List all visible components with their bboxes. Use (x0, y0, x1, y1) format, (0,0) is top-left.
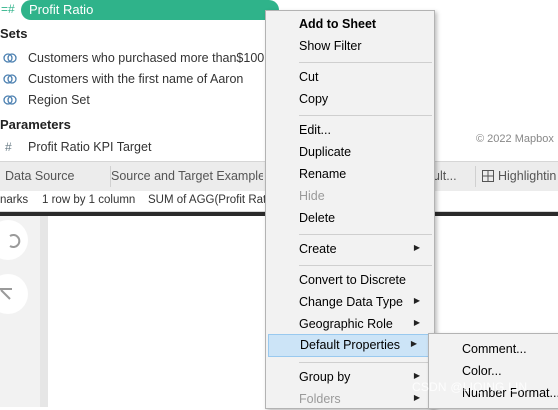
status-marks: narks (0, 194, 29, 206)
menu-item-label: Change Data Type (299, 295, 404, 309)
menu-item-label: Show Filter (299, 39, 362, 53)
selected-field-pill[interactable]: Profit Ratio (21, 0, 279, 20)
submenu-arrow-icon: ▶ (413, 371, 420, 380)
hash-icon: # (5, 140, 12, 154)
menu-item-convert-to-discrete[interactable]: Convert to Discrete (266, 270, 434, 291)
menu-item-label: Group by (299, 370, 351, 384)
data-pane: =# Profit Ratio Sets Customers who purch… (0, 0, 287, 160)
menu-item-label: Geographic Role (299, 317, 393, 331)
status-rows-cols: 1 row by 1 column (42, 194, 136, 206)
menu-item-label: Rename (299, 167, 347, 181)
menu-item-hide: Hide (266, 186, 434, 207)
set-item[interactable]: Customers who purchased more than$100 (28, 51, 264, 65)
menu-item-label: Cut (299, 70, 319, 84)
context-menu: Add to Sheet Show Filter Cut Copy Edit..… (265, 10, 435, 409)
menu-item-label: Add to Sheet (299, 17, 377, 31)
menu-item-label: Convert to Discrete (299, 273, 406, 287)
chart-icon (482, 170, 494, 182)
tab-divider (475, 166, 476, 187)
menu-item-label: Create (299, 242, 337, 256)
submenu-item-color[interactable]: Color... (429, 361, 558, 382)
menu-item-label: Edit... (299, 123, 331, 137)
set-icon (3, 72, 17, 86)
tab-sheet[interactable]: Source and Target Example (111, 162, 263, 191)
submenu-item-comment[interactable]: Comment... (429, 339, 558, 360)
submenu-arrow-icon: ▶ (413, 393, 420, 402)
selected-field-label: Profit Ratio (29, 2, 94, 17)
submenu-item-label: Comment... (462, 342, 527, 356)
menu-separator (299, 362, 432, 363)
tab-sheet[interactable]: ult... (433, 162, 471, 191)
set-icon (3, 93, 17, 107)
submenu-arrow-icon: ▶ (413, 318, 420, 327)
status-sum: SUM of AGG(Profit Rat (148, 194, 267, 206)
menu-item-group-by[interactable]: Group by ▶ (266, 367, 434, 388)
panel-gutter (40, 216, 48, 407)
menu-item-duplicate[interactable]: Duplicate (266, 142, 434, 163)
menu-item-edit[interactable]: Edit... (266, 120, 434, 141)
menu-item-delete[interactable]: Delete (266, 208, 434, 229)
menu-separator (299, 234, 432, 235)
hash-icon: =# (1, 2, 15, 16)
menu-item-cut[interactable]: Cut (266, 67, 434, 88)
menu-separator (299, 115, 432, 116)
menu-item-show-filter[interactable]: Show Filter (266, 36, 434, 57)
menu-item-default-properties[interactable]: Default Properties ▶ (268, 334, 430, 357)
menu-item-copy[interactable]: Copy (266, 89, 434, 110)
submenu-arrow-icon: ▶ (410, 339, 417, 348)
menu-item-add-to-sheet[interactable]: Add to Sheet (266, 14, 434, 35)
menu-item-label: Duplicate (299, 145, 352, 159)
menu-separator (299, 265, 432, 266)
menu-item-create[interactable]: Create ▶ (266, 239, 434, 260)
set-icon (3, 51, 17, 65)
map-credit[interactable]: © 2022 Mapbox (476, 133, 554, 145)
menu-item-label: Hide (299, 189, 325, 203)
parameter-item[interactable]: Profit Ratio KPI Target (28, 140, 151, 154)
parameters-header: Parameters (0, 117, 71, 132)
default-properties-submenu: Comment... Color... Number Format... (428, 333, 558, 409)
set-item[interactable]: Customers with the first name of Aaron (28, 72, 243, 86)
menu-item-label: Delete (299, 211, 336, 225)
watermark: CSDN @LIQING LIN (412, 380, 528, 394)
menu-item-label: Copy (299, 92, 329, 106)
toolbar-round-button[interactable] (0, 220, 28, 260)
menu-item-label: Folders (299, 392, 341, 406)
tab-sheet[interactable]: Highlightin (498, 162, 558, 191)
menu-item-geographic-role[interactable]: Geographic Role ▶ (266, 314, 434, 335)
collapse-icon[interactable] (0, 274, 28, 314)
submenu-item-label: Color... (462, 364, 502, 378)
submenu-arrow-icon: ▶ (413, 243, 420, 252)
submenu-arrow-icon: ▶ (413, 296, 420, 305)
sets-header: Sets (0, 26, 28, 41)
menu-item-label: Default Properties (300, 338, 401, 352)
menu-item-rename[interactable]: Rename (266, 164, 434, 185)
set-item[interactable]: Region Set (28, 93, 90, 107)
tab-data-source[interactable]: Data Source (5, 162, 105, 191)
menu-item-change-data-type[interactable]: Change Data Type ▶ (266, 292, 434, 313)
menu-separator (299, 62, 432, 63)
